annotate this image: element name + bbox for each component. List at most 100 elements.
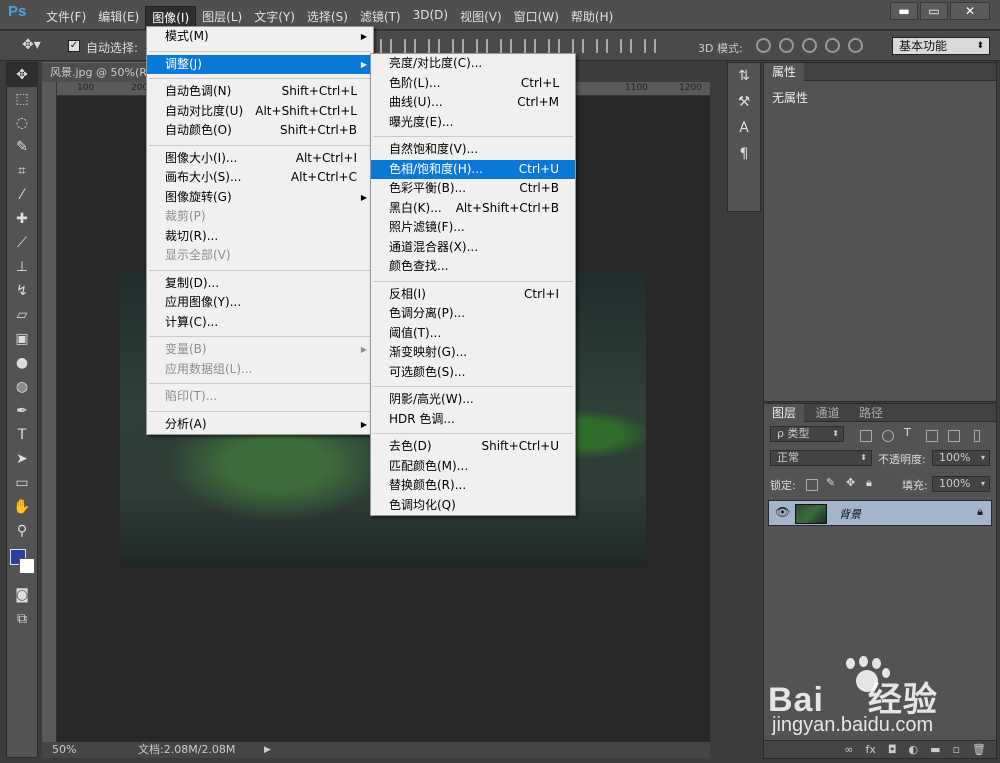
adjust-menu-item[interactable]: 自然饱和度(V)... bbox=[371, 140, 575, 160]
move-tool-preset-icon[interactable]: ✥▾ bbox=[22, 37, 41, 53]
image-menu-item[interactable]: 计算(C)... bbox=[147, 313, 373, 333]
image-menu-item[interactable]: 画布大小(S)... Alt+Ctrl+C bbox=[147, 168, 373, 188]
image-menu-item[interactable]: 调整(J) ▶ bbox=[147, 54, 373, 74]
image-menu-item[interactable]: 图像旋转(G) ▶ bbox=[147, 188, 373, 208]
align-icon[interactable] bbox=[380, 39, 392, 53]
close-button[interactable]: ✕ bbox=[950, 2, 990, 20]
eraser-tool-icon[interactable]: ▱ bbox=[7, 303, 37, 327]
layer-row-background[interactable]: 👁︎ 背景 🔒︎ bbox=[768, 500, 992, 526]
blur-tool-icon[interactable]: ● bbox=[7, 351, 37, 375]
background-color-swatch[interactable] bbox=[19, 558, 35, 574]
image-menu-item[interactable]: 模式(M) ▶ bbox=[147, 27, 373, 47]
lasso-tool-icon[interactable]: ◌ bbox=[7, 111, 37, 135]
distribute-icon[interactable] bbox=[452, 39, 464, 53]
image-menu-item[interactable]: 复制(D)... bbox=[147, 274, 373, 294]
roll-icon[interactable] bbox=[779, 38, 794, 53]
document-tab[interactable]: 风景.jpg @ 50%(R bbox=[42, 62, 150, 82]
filter-shape-icon[interactable] bbox=[926, 430, 938, 442]
path-select-tool-icon[interactable]: ➤ bbox=[7, 447, 37, 471]
image-menu-item[interactable]: 自动对比度(U) Alt+Shift+Ctrl+L bbox=[147, 102, 373, 122]
image-menu-item[interactable]: 应用数据组(L)... bbox=[147, 360, 373, 380]
adjust-menu-item[interactable]: 可选颜色(S)... bbox=[371, 363, 575, 383]
blend-mode-select[interactable]: 正常 ⬍ bbox=[770, 450, 872, 466]
adjust-menu-item[interactable]: 黑白(K)... Alt+Shift+Ctrl+B bbox=[371, 199, 575, 219]
lock-all-icon[interactable]: 🔒︎ bbox=[866, 476, 872, 490]
image-menu-item[interactable]: 裁剪(P) bbox=[147, 207, 373, 227]
menu-edit[interactable]: 编辑(E) bbox=[92, 6, 145, 29]
scale-icon[interactable] bbox=[848, 38, 863, 53]
filter-type-icon[interactable]: T bbox=[904, 426, 911, 439]
adjust-menu-item[interactable]: 色阶(L)... Ctrl+L bbox=[371, 74, 575, 94]
image-menu-item[interactable]: 应用图像(Y)... bbox=[147, 293, 373, 313]
tab-channels[interactable]: 通道 bbox=[808, 404, 848, 422]
distribute-icon[interactable] bbox=[500, 39, 512, 53]
adjust-menu-item[interactable]: 替换颜色(R)... bbox=[371, 476, 575, 496]
image-menu-item[interactable]: 变量(B) ▶ bbox=[147, 340, 373, 360]
tab-paths[interactable]: 路径 bbox=[851, 404, 891, 422]
image-menu-item[interactable]: 显示全部(V) bbox=[147, 246, 373, 266]
image-menu-item[interactable]: 自动色调(N) Shift+Ctrl+L bbox=[147, 82, 373, 102]
pen-tool-icon[interactable]: ✒ bbox=[7, 399, 37, 423]
adjust-menu-item[interactable]: 色彩平衡(B)... Ctrl+B bbox=[371, 179, 575, 199]
slide-icon[interactable] bbox=[825, 38, 840, 53]
adjust-menu-item[interactable]: 渐变映射(G)... bbox=[371, 343, 575, 363]
eyedropper-tool-icon[interactable]: ⁄ bbox=[7, 183, 37, 207]
lock-pixels-icon[interactable]: ✎ bbox=[826, 476, 835, 489]
distribute-icon[interactable] bbox=[524, 39, 536, 53]
hand-tool-icon[interactable]: ✋ bbox=[7, 495, 37, 519]
adjust-menu-item[interactable]: 去色(D) Shift+Ctrl+U bbox=[371, 437, 575, 457]
orbit-icon[interactable] bbox=[756, 38, 771, 53]
adjust-menu-item[interactable]: 匹配颜色(M)... bbox=[371, 457, 575, 477]
marquee-tool-icon[interactable]: ⬚ bbox=[7, 87, 37, 111]
tab-layers[interactable]: 图层 bbox=[764, 404, 805, 422]
menu-3d[interactable]: 3D(D) bbox=[407, 6, 454, 29]
image-menu-item[interactable]: 自动颜色(O) Shift+Ctrl+B bbox=[147, 121, 373, 141]
history-brush-tool-icon[interactable]: ↯ bbox=[7, 279, 37, 303]
opacity-input[interactable]: 100% ▾ bbox=[932, 450, 990, 466]
menu-window[interactable]: 窗口(W) bbox=[508, 6, 565, 29]
adjust-menu-item[interactable]: 色调均化(Q) bbox=[371, 496, 575, 516]
layer-kind-filter[interactable]: ρ 类型 ⬍ bbox=[770, 426, 844, 442]
align-icon[interactable] bbox=[428, 39, 440, 53]
adjust-menu-item[interactable]: 颜色查找... bbox=[371, 257, 575, 277]
adjust-menu-item[interactable]: 阈值(T)... bbox=[371, 324, 575, 344]
image-menu-item[interactable]: 裁切(R)... bbox=[147, 227, 373, 247]
brush-tool-icon[interactable]: ⟋ bbox=[7, 231, 37, 255]
image-menu-item[interactable]: 陷印(T)... bbox=[147, 387, 373, 407]
dodge-tool-icon[interactable]: ◍ bbox=[7, 375, 37, 399]
workspace-select[interactable]: 基本功能 ⬍ bbox=[892, 37, 990, 55]
adjust-menu-item[interactable]: 照片滤镜(F)... bbox=[371, 218, 575, 238]
play-icon[interactable]: ▶ bbox=[264, 742, 271, 758]
menu-help[interactable]: 帮助(H) bbox=[565, 6, 619, 29]
distribute-icon[interactable] bbox=[620, 39, 632, 53]
distribute-icon[interactable] bbox=[548, 39, 560, 53]
crop-tool-icon[interactable]: ⌗ bbox=[7, 159, 37, 183]
type-tool-icon[interactable]: T bbox=[7, 423, 37, 447]
distribute-icon[interactable] bbox=[476, 39, 488, 53]
lock-transparent-icon[interactable] bbox=[806, 479, 818, 491]
menu-view[interactable]: 视图(V) bbox=[454, 6, 508, 29]
adjust-menu-item[interactable]: HDR 色调... bbox=[371, 410, 575, 430]
filter-toggle-icon[interactable] bbox=[974, 430, 980, 442]
stamp-tool-icon[interactable]: ⊥ bbox=[7, 255, 37, 279]
zoom-level[interactable]: 50% bbox=[52, 742, 76, 758]
adjust-menu-item[interactable]: 亮度/对比度(C)... bbox=[371, 54, 575, 74]
screen-mode-icon[interactable]: ⧉ bbox=[7, 607, 37, 631]
move-tool-icon[interactable]: ✥ bbox=[7, 63, 37, 87]
adjust-menu-item[interactable]: 曝光度(E)... bbox=[371, 113, 575, 133]
adjust-menu-item[interactable]: 阴影/高光(W)... bbox=[371, 390, 575, 410]
auto-select-checkbox[interactable]: ✓ bbox=[68, 40, 80, 52]
distribute-icon[interactable] bbox=[644, 39, 656, 53]
character-icon[interactable]: A bbox=[728, 115, 760, 141]
paragraph-icon[interactable]: ¶ bbox=[728, 141, 760, 167]
zoom-tool-icon[interactable]: ⚲ bbox=[7, 519, 37, 543]
adjust-menu-item[interactable]: 通道混合器(X)... bbox=[371, 238, 575, 258]
gradient-tool-icon[interactable]: ▣ bbox=[7, 327, 37, 351]
shape-tool-icon[interactable]: ▭ bbox=[7, 471, 37, 495]
tool-presets-icon[interactable]: ⚒ bbox=[728, 89, 760, 115]
tab-properties[interactable]: 属性 bbox=[764, 63, 805, 81]
filter-pixel-icon[interactable] bbox=[860, 430, 872, 442]
adjust-menu-item[interactable]: 色相/饱和度(H)... Ctrl+U bbox=[371, 159, 575, 179]
distribute-icon[interactable] bbox=[596, 39, 608, 53]
filter-smart-icon[interactable] bbox=[948, 430, 960, 442]
